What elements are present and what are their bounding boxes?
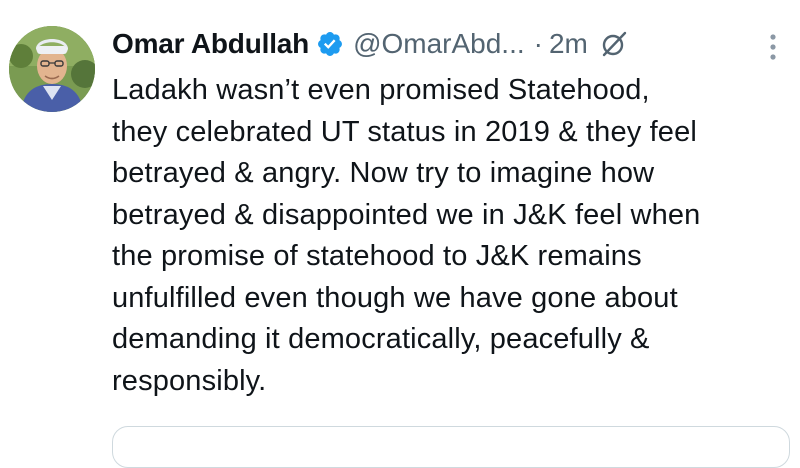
timestamp[interactable]: 2m — [549, 24, 588, 64]
more-options-icon[interactable] — [766, 32, 780, 64]
grok-icon[interactable] — [600, 30, 628, 58]
verified-badge-icon[interactable] — [316, 30, 344, 58]
author-handle[interactable]: @OmarAbd... — [353, 24, 525, 64]
separator-dot: · — [533, 28, 543, 59]
author-name[interactable]: Omar Abdullah — [112, 24, 309, 64]
tweet-text: Ladakh wasn’t even promised Statehood, t… — [112, 74, 701, 397]
tweet-header: Omar Abdullah @OmarAbd... · 2m — [112, 24, 628, 64]
quoted-tweet-card[interactable] — [112, 426, 790, 468]
tweet[interactable]: Omar Abdullah @OmarAbd... · 2m Ladakh wa… — [0, 0, 800, 468]
avatar[interactable] — [9, 26, 95, 112]
